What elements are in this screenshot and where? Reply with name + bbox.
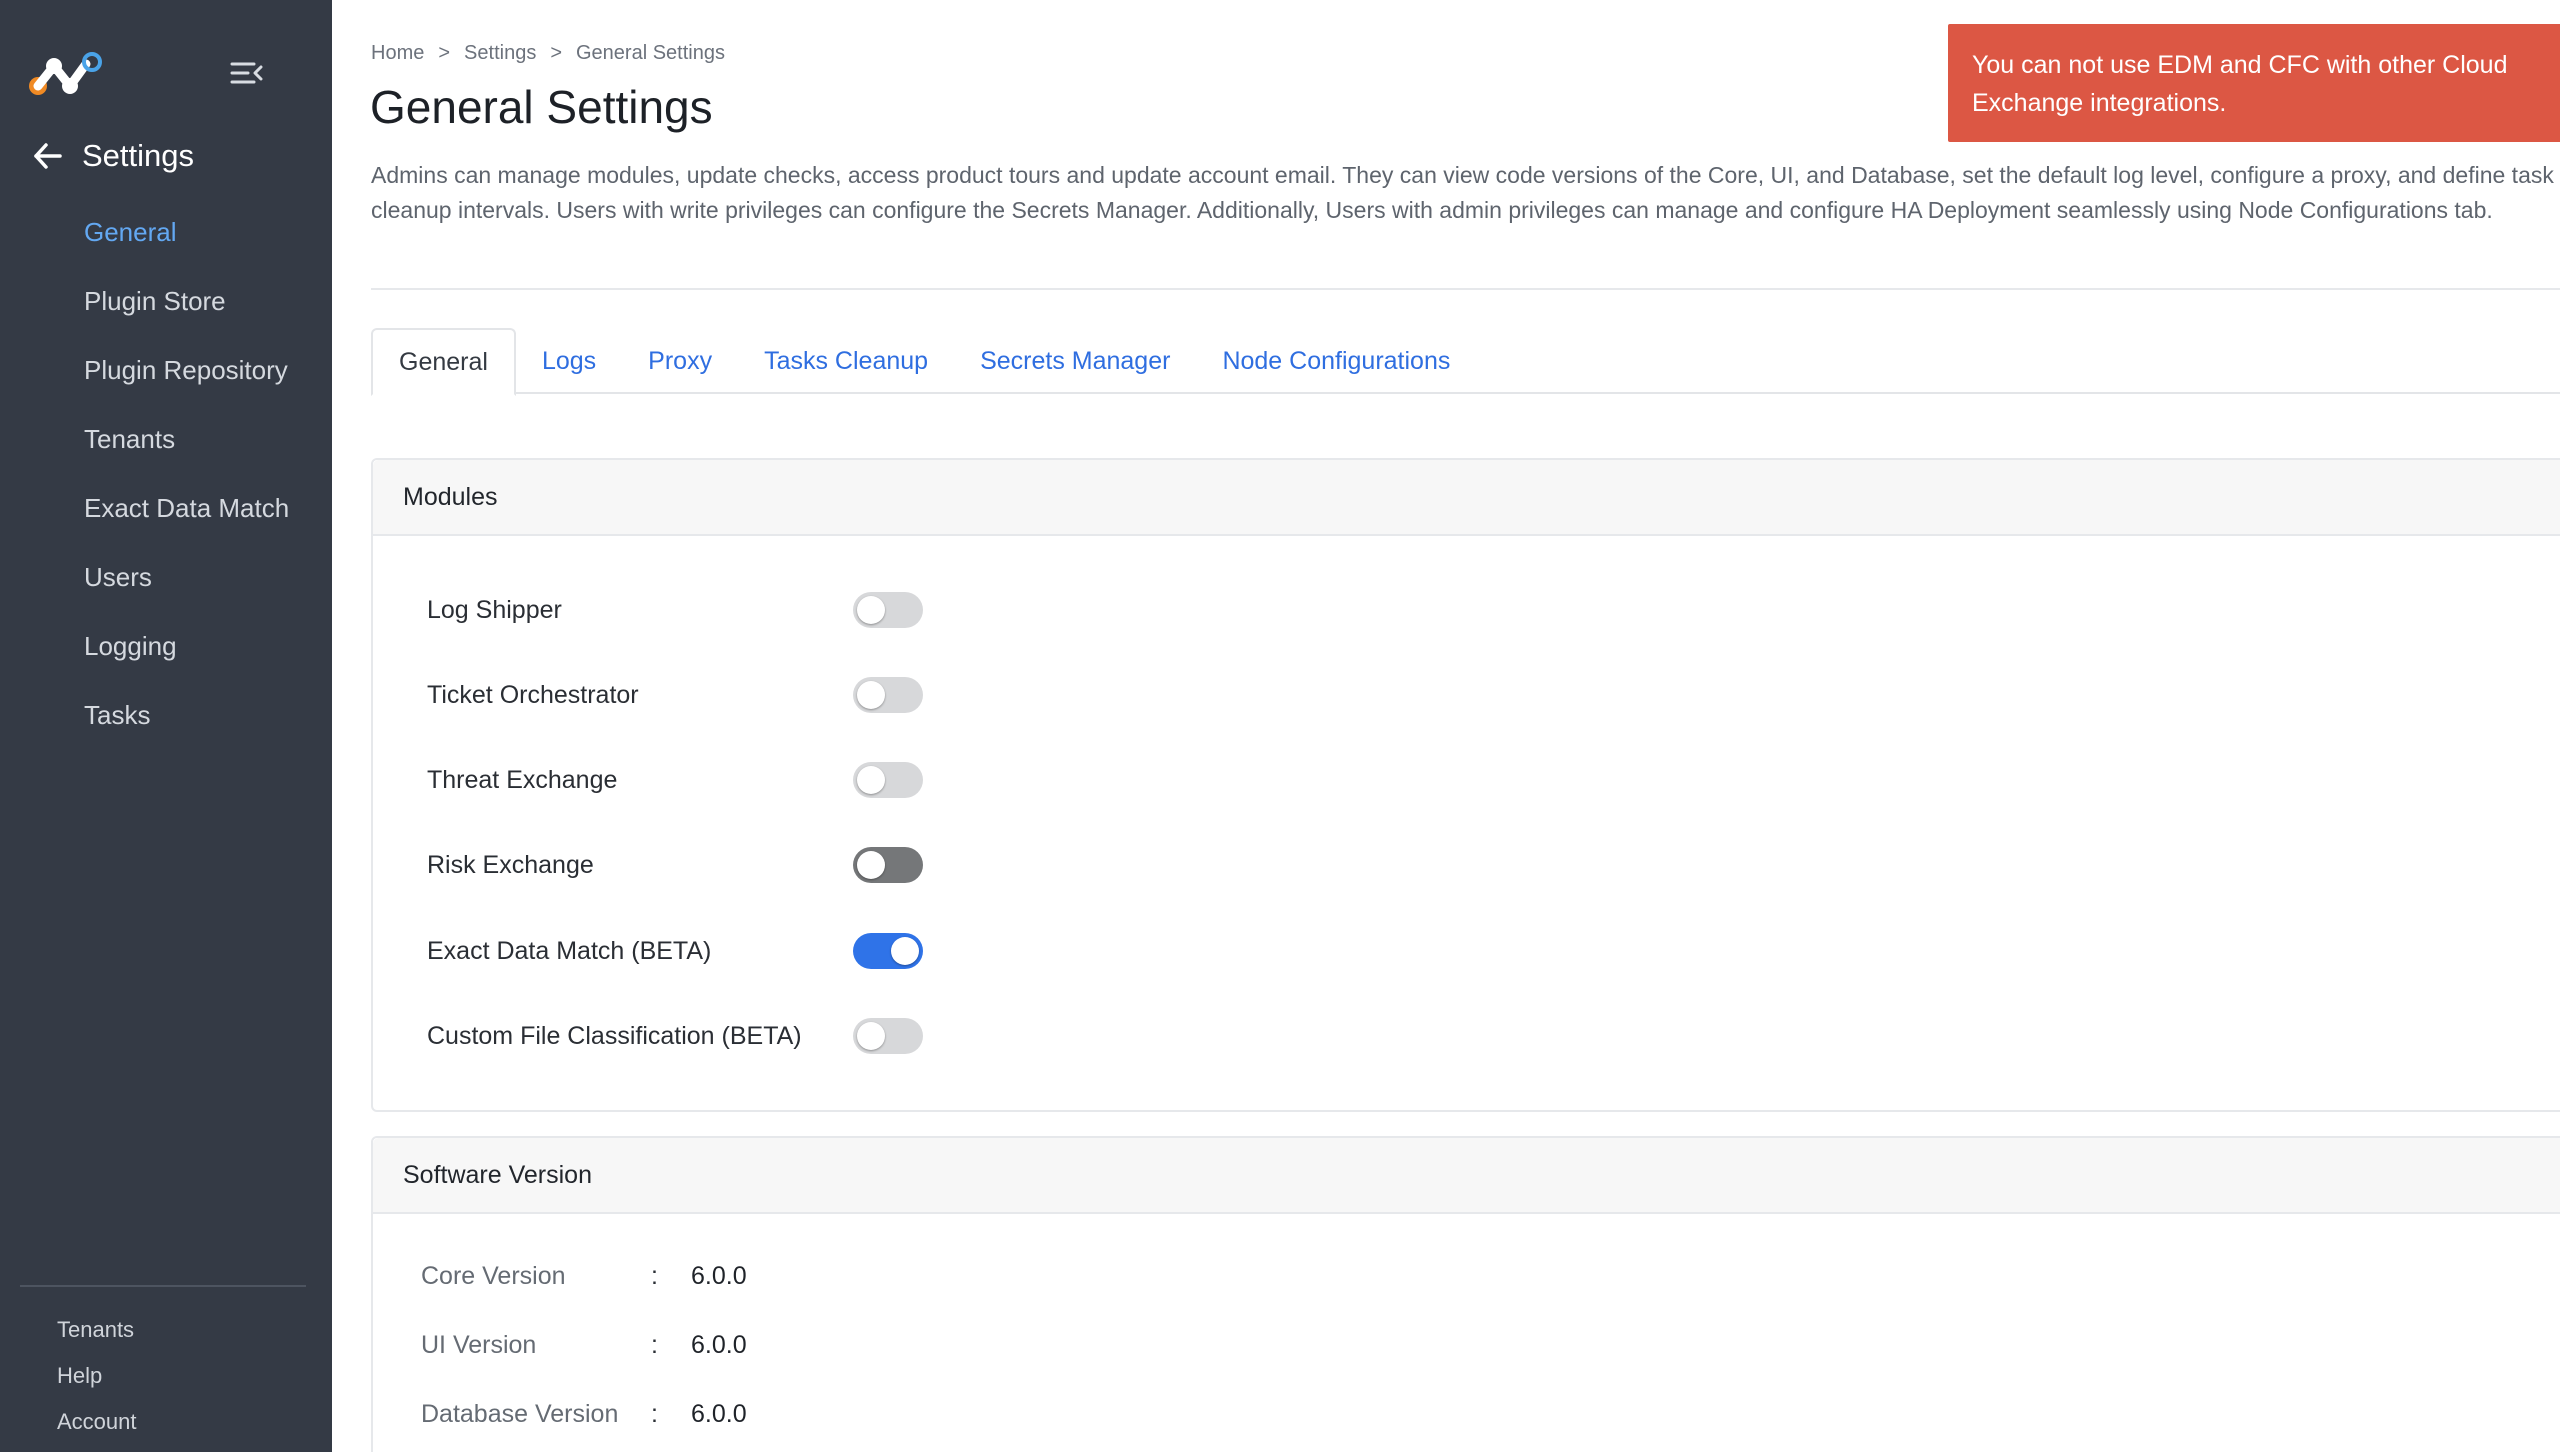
settings-nav: General Plugin Store Plugin Repository T… [0,198,332,750]
tab-logs[interactable]: Logs [516,328,622,394]
version-value: 6.0.0 [691,1399,747,1428]
module-row-threat-exchange: Threat Exchange [427,760,923,800]
tab-proxy[interactable]: Proxy [622,328,738,394]
toggle-knob [857,851,885,879]
module-row-ticket-orchestrator: Ticket Orchestrator [427,675,923,715]
sidebar: Settings General Plugin Store Plugin Rep… [0,0,332,1452]
footer-link-help[interactable]: Help [57,1353,137,1399]
toggle-knob [857,596,885,624]
error-toast[interactable]: You can not use EDM and CFC with other C… [1948,24,2560,142]
custom-file-classification-toggle[interactable] [853,1018,923,1054]
toggle-knob [857,1022,885,1050]
module-label: Ticket Orchestrator [427,680,639,709]
breadcrumb-settings[interactable]: Settings [464,42,536,65]
module-row-risk-exchange: Risk Exchange [427,845,923,885]
settings-back-header[interactable]: Settings [30,134,194,178]
sidebar-item-logging[interactable]: Logging [0,612,332,681]
breadcrumb-separator: > [438,42,451,64]
sidebar-item-plugin-store[interactable]: Plugin Store [0,267,332,336]
module-label: Exact Data Match (BETA) [427,936,712,965]
software-version-card-header: Software Version [373,1138,2560,1214]
module-row-custom-file-classification: Custom File Classification (BETA) [427,1016,923,1056]
risk-exchange-toggle[interactable] [853,847,923,883]
netskope-logo[interactable] [28,50,108,98]
tab-secrets-manager[interactable]: Secrets Manager [954,328,1196,394]
threat-exchange-toggle[interactable] [853,762,923,798]
page-description: Admins can manage modules, update checks… [371,162,2554,223]
sidebar-item-tasks[interactable]: Tasks [0,681,332,750]
sidebar-item-exact-data-match[interactable]: Exact Data Match [0,474,332,543]
toggle-knob [857,681,885,709]
main-content: Home > Settings > General Settings Gener… [332,0,2560,1452]
sidebar-item-users[interactable]: Users [0,543,332,612]
toggle-knob [857,766,885,794]
sidebar-item-plugin-repository[interactable]: Plugin Repository [0,336,332,405]
sidebar-item-general[interactable]: General [0,198,332,267]
collapse-menu-icon[interactable] [228,58,264,88]
version-separator: : [651,1330,658,1359]
footer-link-tenants[interactable]: Tenants [57,1307,137,1353]
version-row-core: Core Version : 6.0.0 [421,1256,747,1296]
breadcrumb-current: General Settings [576,42,725,64]
modules-card-header: Modules [373,460,2560,536]
ticket-orchestrator-toggle[interactable] [853,677,923,713]
breadcrumb: Home > Settings > General Settings [371,42,725,65]
tab-tasks-cleanup[interactable]: Tasks Cleanup [738,328,954,394]
version-separator: : [651,1399,658,1428]
software-version-card: Software Version Core Version : 6.0.0 UI… [371,1136,2560,1452]
breadcrumb-home[interactable]: Home [371,42,424,65]
version-label: Core Version [421,1261,566,1290]
settings-tabs: General Logs Proxy Tasks Cleanup Secrets… [371,328,2560,396]
sidebar-footer: Tenants Help Account [57,1307,137,1445]
log-shipper-toggle[interactable] [853,592,923,628]
module-label: Custom File Classification (BETA) [427,1021,802,1050]
version-row-database: Database Version : 6.0.0 [421,1394,747,1434]
version-label: Database Version [421,1399,619,1428]
footer-link-account[interactable]: Account [57,1399,137,1445]
sidebar-section-title: Settings [82,138,195,173]
exact-data-match-toggle[interactable] [853,933,923,969]
module-label: Risk Exchange [427,850,594,879]
sidebar-item-tenants[interactable]: Tenants [0,405,332,474]
module-label: Log Shipper [427,595,562,624]
module-row-exact-data-match: Exact Data Match (BETA) [427,931,923,971]
arrow-left-icon[interactable] [30,138,66,174]
module-row-log-shipper: Log Shipper [427,590,923,630]
toggle-knob [891,937,919,965]
breadcrumb-separator: > [550,42,562,64]
module-label: Threat Exchange [427,765,618,794]
page-title: General Settings [370,81,713,133]
tab-node-configurations[interactable]: Node Configurations [1196,328,1476,394]
version-label: UI Version [421,1330,537,1359]
version-value: 6.0.0 [691,1261,747,1290]
modules-card: Modules Log Shipper Ticket Orchestrator … [371,458,2560,1112]
version-value: 6.0.0 [691,1330,747,1359]
header-divider [371,288,2560,290]
version-separator: : [651,1261,658,1290]
tab-general[interactable]: General [371,328,516,396]
sidebar-divider [20,1285,306,1287]
version-row-ui: UI Version : 6.0.0 [421,1325,747,1365]
